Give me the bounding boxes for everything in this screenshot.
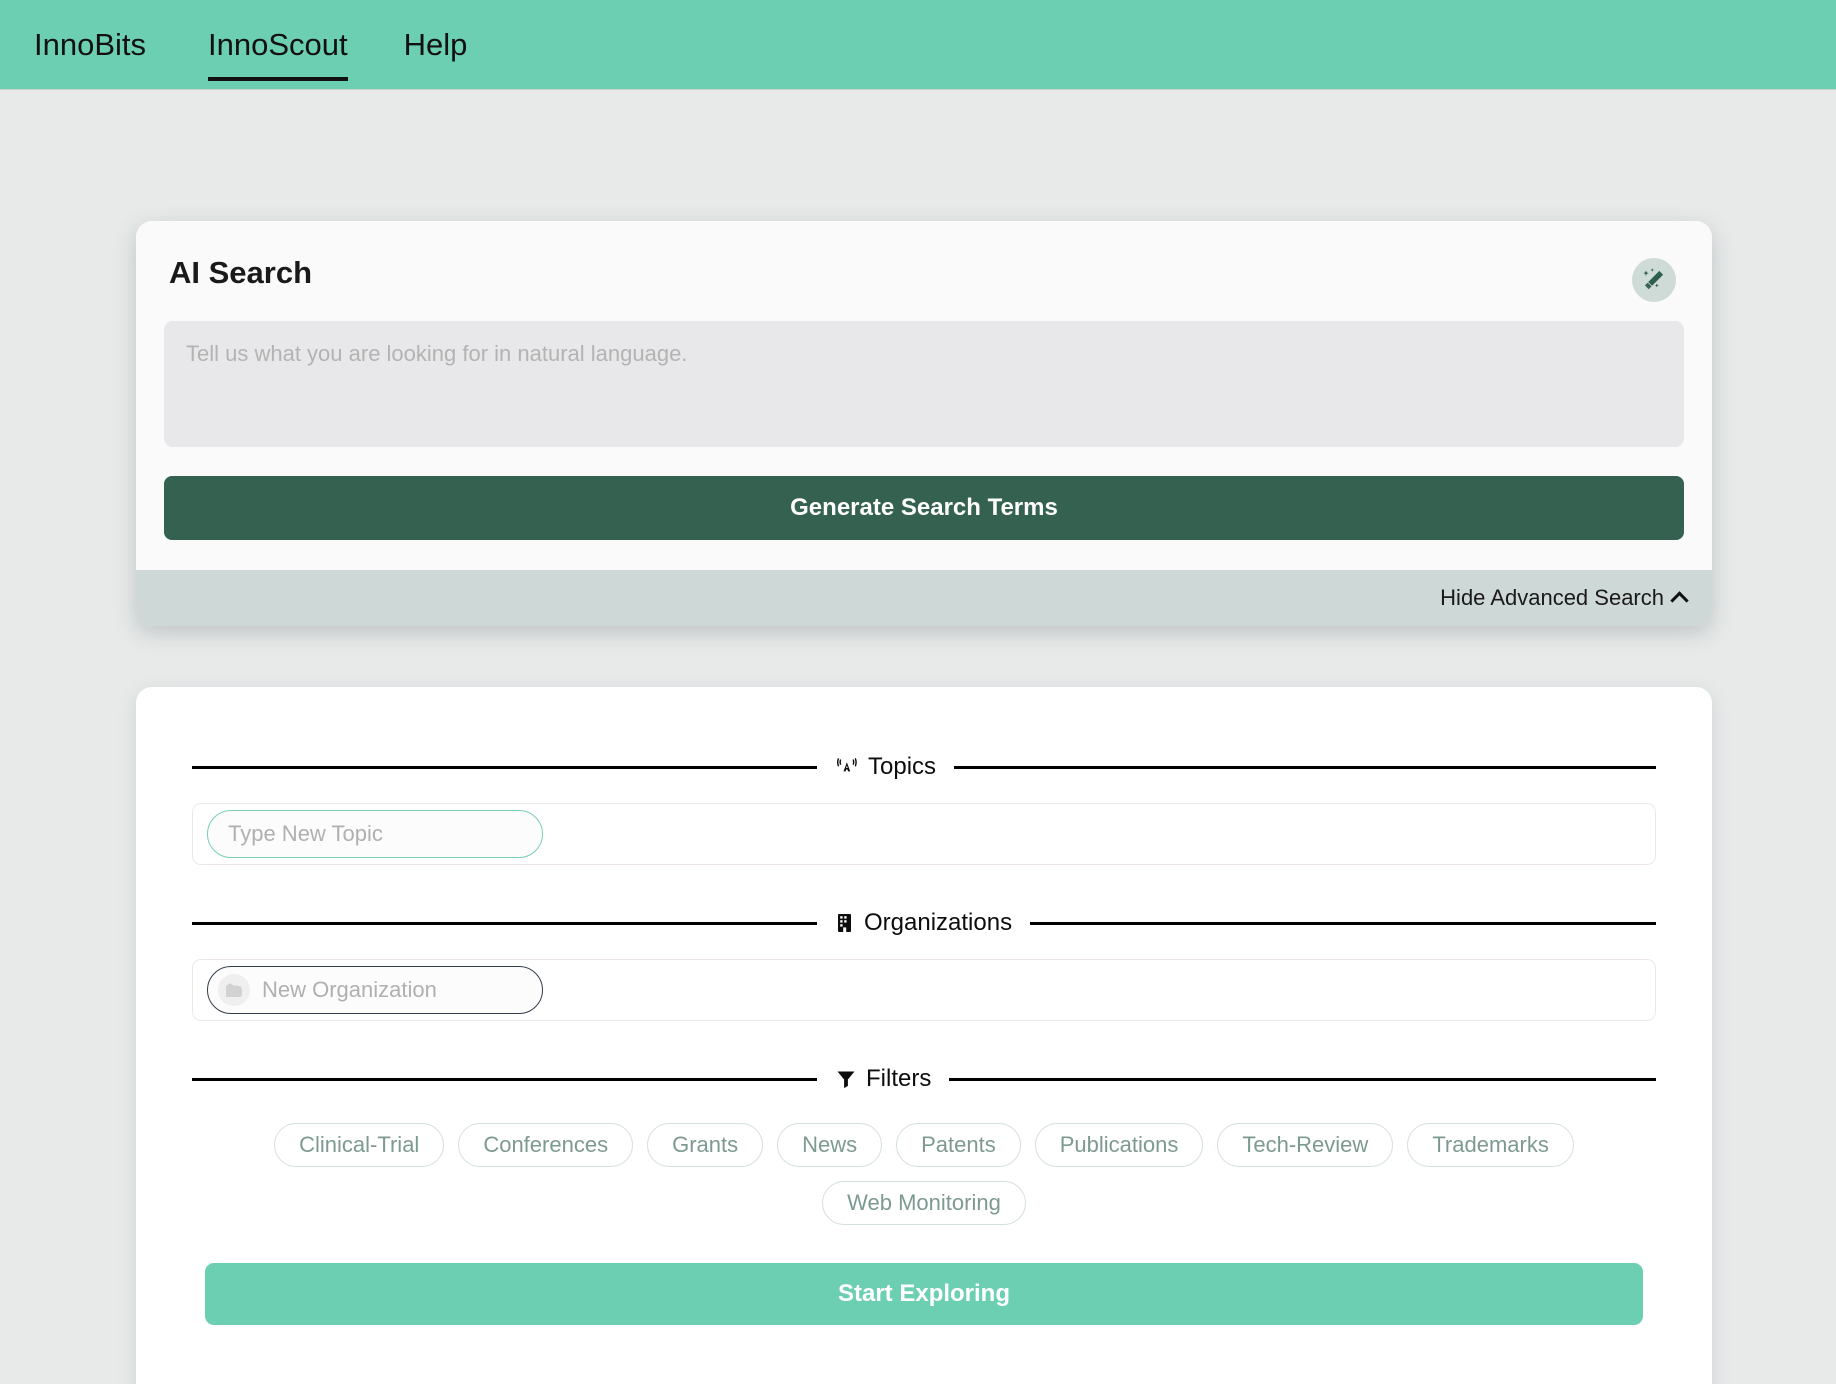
organizations-title: Organizations bbox=[864, 909, 1013, 936]
topic-input-placeholder: Type New Topic bbox=[228, 821, 383, 846]
chip-label: Tech-Review bbox=[1242, 1132, 1369, 1157]
organizations-section: Organizations New Organization bbox=[192, 865, 1656, 1021]
topics-title-wrap: Topics bbox=[835, 753, 936, 781]
building-icon bbox=[838, 914, 851, 932]
filter-chip-group: Clinical-Trial Conferences Grants News P… bbox=[274, 1123, 1574, 1225]
organization-building-glyph bbox=[226, 983, 242, 997]
topics-title: Topics bbox=[868, 753, 937, 780]
filter-chip-web-monitoring[interactable]: Web Monitoring bbox=[822, 1181, 1026, 1225]
filter-chip-conferences[interactable]: Conferences bbox=[458, 1123, 634, 1167]
chip-label: Conferences bbox=[483, 1132, 609, 1157]
organizations-field-shell: New Organization bbox=[192, 959, 1656, 1021]
ai-search-card: AI Search Generate Search Terms Hide Adv… bbox=[136, 221, 1712, 626]
hide-advanced-search-toggle[interactable]: Hide Advanced Search bbox=[136, 570, 1712, 626]
chip-label: Web Monitoring bbox=[847, 1190, 1001, 1215]
filter-chip-news[interactable]: News bbox=[777, 1123, 883, 1167]
ai-search-body: AI Search Generate Search Terms bbox=[136, 221, 1712, 570]
nav-item-label: InnoScout bbox=[208, 27, 348, 62]
ai-search-input[interactable] bbox=[164, 321, 1684, 447]
divider-left bbox=[192, 921, 817, 925]
topics-section-header: Topics bbox=[192, 753, 1656, 781]
topics-section: Topics Type New Topic bbox=[192, 687, 1656, 865]
generate-search-terms-button[interactable]: Generate Search Terms bbox=[164, 476, 1684, 540]
filter-chip-trademarks[interactable]: Trademarks bbox=[1407, 1123, 1574, 1167]
chip-label: Trademarks bbox=[1432, 1132, 1549, 1157]
filters-section-header: Filters bbox=[192, 1065, 1656, 1093]
filters-title-wrap: Filters bbox=[835, 1065, 931, 1093]
nav-item-label: InnoBits bbox=[34, 27, 147, 62]
funnel-icon bbox=[837, 1071, 855, 1089]
topics-field-shell: Type New Topic bbox=[192, 803, 1656, 865]
chip-label: Clinical-Trial bbox=[299, 1132, 420, 1157]
chip-label: News bbox=[802, 1132, 858, 1157]
hide-advanced-search-label-wrap: Hide Advanced Search bbox=[1440, 585, 1689, 611]
broadcast-topic-icon bbox=[837, 758, 857, 772]
divider-left bbox=[192, 1077, 817, 1081]
start-exploring-button[interactable]: Start Exploring bbox=[205, 1263, 1643, 1325]
filter-chip-patents[interactable]: Patents bbox=[896, 1123, 1021, 1167]
organizations-title-wrap: Organizations bbox=[835, 909, 1012, 937]
divider-right bbox=[1030, 921, 1656, 925]
nav-item-label: Help bbox=[403, 27, 468, 62]
nav-item-help[interactable]: Help bbox=[376, 29, 496, 60]
nav-item-innoscout[interactable]: InnoScout bbox=[180, 27, 376, 81]
divider-right bbox=[954, 765, 1656, 769]
filter-chip-tech-review[interactable]: Tech-Review bbox=[1217, 1123, 1394, 1167]
chip-label: Grants bbox=[672, 1132, 739, 1157]
chevron-up-icon bbox=[1670, 591, 1689, 610]
organization-input-placeholder: New Organization bbox=[262, 977, 437, 1002]
organizations-section-header: Organizations bbox=[192, 909, 1656, 937]
filter-chip-publications[interactable]: Publications bbox=[1034, 1123, 1204, 1167]
filters-section: Filters Clinical-Trial Conferences Grant… bbox=[192, 1021, 1656, 1225]
hide-advanced-search-label: Hide Advanced Search bbox=[1440, 585, 1664, 610]
filter-chip-grants[interactable]: Grants bbox=[647, 1123, 764, 1167]
filter-chip-clinical-trial[interactable]: Clinical-Trial bbox=[274, 1123, 445, 1167]
divider-right bbox=[949, 1077, 1656, 1081]
chip-label: Patents bbox=[921, 1132, 996, 1157]
organization-avatar-icon bbox=[218, 974, 250, 1006]
magic-wand-button[interactable] bbox=[1632, 258, 1676, 302]
top-navigation-bar: InnoBits InnoScout Help bbox=[0, 0, 1836, 90]
page-title: AI Search bbox=[169, 255, 313, 290]
nav-item-innobits[interactable]: InnoBits bbox=[34, 29, 180, 60]
divider-left bbox=[192, 765, 817, 769]
organization-input[interactable]: New Organization bbox=[207, 966, 543, 1014]
magic-wand-icon bbox=[1643, 268, 1664, 290]
advanced-search-card: Topics Type New Topic Organizations New … bbox=[136, 687, 1712, 1384]
filters-title: Filters bbox=[866, 1065, 932, 1092]
topic-input[interactable]: Type New Topic bbox=[207, 810, 543, 858]
chip-label: Publications bbox=[1059, 1132, 1179, 1157]
